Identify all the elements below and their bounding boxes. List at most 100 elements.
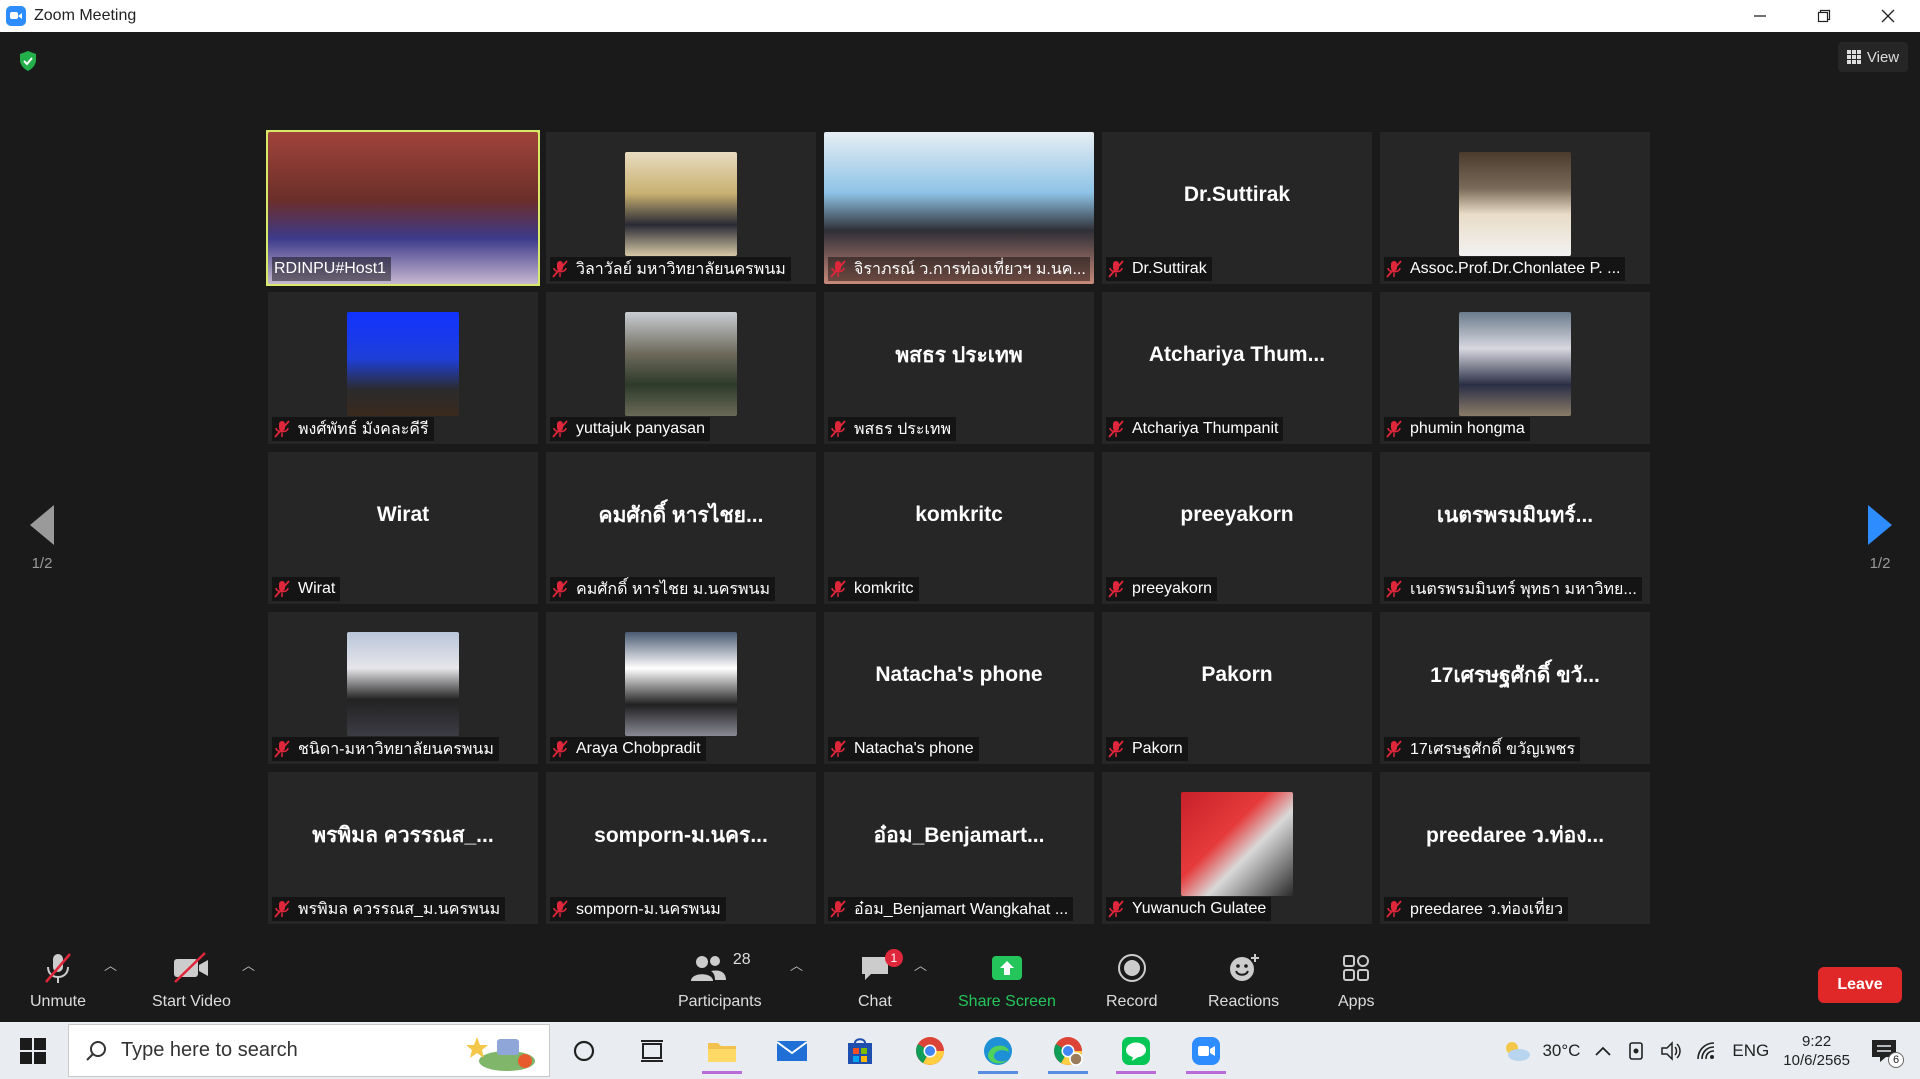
participant-tile[interactable]: komkritc komkritc: [824, 452, 1094, 604]
participant-tile[interactable]: พรพิมล ควรรณส_... พรพิมล ควรรณส_ม.นครพนม: [268, 772, 538, 924]
taskbar-chrome-profile[interactable]: [1040, 1028, 1096, 1074]
record-button[interactable]: Record: [1106, 947, 1158, 1011]
taskbar-clock[interactable]: 9:22 10/6/2565: [1783, 1032, 1850, 1070]
arrow-left-icon: [30, 505, 54, 545]
minimize-button[interactable]: [1728, 0, 1792, 32]
muted-mic-icon: [1386, 740, 1402, 758]
muted-mic-icon: [1386, 580, 1402, 598]
network-button[interactable]: [1696, 1041, 1718, 1061]
task-view-button[interactable]: [624, 1028, 680, 1074]
weather-widget[interactable]: 30°C: [1502, 1040, 1580, 1062]
muted-mic-icon: [274, 420, 290, 438]
video-options-caret[interactable]: ︿: [242, 955, 255, 974]
participant-name: Natacha's phone: [854, 740, 974, 757]
participant-name: 17เศรษฐศักดิ์ ขวัญเพชร: [1410, 740, 1576, 758]
participant-display-name: preeyakorn: [1180, 503, 1294, 526]
apps-icon: [1343, 955, 1370, 981]
taskbar-edge[interactable]: [970, 1028, 1026, 1074]
video-off-icon: [174, 952, 209, 983]
show-hidden-icons-button[interactable]: [1594, 1045, 1612, 1057]
muted-mic-icon: [1108, 260, 1124, 278]
participant-tile[interactable]: preedaree ว.ท่อง... preedaree ว.ท่องเที่ย…: [1380, 772, 1650, 924]
muted-mic-icon: [552, 580, 568, 598]
participant-video: [625, 312, 737, 416]
chrome-profile-icon: [1054, 1037, 1083, 1066]
search-input[interactable]: [121, 1039, 441, 1062]
participant-tile[interactable]: Pakorn Pakorn: [1102, 612, 1372, 764]
participant-tile[interactable]: วิลาวัลย์ มหาวิทยาลัยนครพนม: [546, 132, 816, 284]
taskbar-chrome[interactable]: [902, 1028, 958, 1074]
chat-button[interactable]: 1 Chat: [858, 947, 903, 1011]
participant-tile[interactable]: 17เศรษฐศักดิ์ ขวั... 17เศรษฐศักดิ์ ขวัญเพ…: [1380, 612, 1650, 764]
volume-button[interactable]: [1660, 1040, 1682, 1061]
participant-display-name: Pakorn: [1201, 663, 1273, 686]
participant-name-label: Yuwanuch Gulatee: [1106, 897, 1272, 921]
participant-name-label: จิราภรณ์ ว.การท่องเที่ยวฯ ม.นค...: [828, 257, 1090, 281]
participant-tile[interactable]: พสธร ประเทพ พสธร ประเทพ: [824, 292, 1094, 444]
share-screen-button[interactable]: Share Screen: [958, 947, 1056, 1011]
windows-start-icon[interactable]: [20, 1037, 46, 1064]
participant-tile[interactable]: Wirat Wirat: [268, 452, 538, 604]
apps-button[interactable]: Apps: [1338, 947, 1374, 1011]
previous-page-button[interactable]: 1/2: [22, 505, 62, 572]
taskbar-search[interactable]: [68, 1024, 550, 1077]
taskbar-zoom[interactable]: [1178, 1028, 1234, 1074]
participant-video: [1459, 312, 1571, 416]
participant-tile[interactable]: Araya Chobpradit: [546, 612, 816, 764]
participants-label: Participants: [678, 993, 762, 1010]
cortana-button[interactable]: [556, 1028, 612, 1074]
participant-name-label: Natacha's phone: [828, 737, 979, 761]
participant-name: คมศักดิ์ หารไชย ม.นครพนม: [576, 580, 771, 598]
participant-tile[interactable]: คมศักดิ์ หารไชย... คมศักดิ์ หารไชย ม.นครพ…: [546, 452, 816, 604]
next-page-button[interactable]: 1/2: [1860, 505, 1900, 572]
audio-options-caret[interactable]: ︿: [104, 955, 117, 974]
leave-button[interactable]: Leave: [1818, 967, 1902, 1003]
participant-name: Yuwanuch Gulatee: [1132, 900, 1267, 917]
chat-options-caret[interactable]: ︿: [914, 955, 927, 974]
participant-tile[interactable]: Yuwanuch Gulatee: [1102, 772, 1372, 924]
participant-name-label: komkritc: [828, 577, 919, 601]
participant-tile[interactable]: somporn-ม.นคร... somporn-ม.นครพนม: [546, 772, 816, 924]
participant-tile[interactable]: yuttajuk panyasan: [546, 292, 816, 444]
start-video-button[interactable]: Start Video: [152, 947, 231, 1011]
participant-name: พงศ์พัทธ์ มังคละคีรี: [298, 420, 429, 438]
participant-tile[interactable]: preeyakorn preeyakorn: [1102, 452, 1372, 604]
cortana-icon: [573, 1040, 595, 1062]
participant-tile[interactable]: พงศ์พัทธ์ มังคละคีรี: [268, 292, 538, 444]
view-button[interactable]: View: [1838, 42, 1908, 72]
participant-tile[interactable]: Dr.Suttirak Dr.Suttirak: [1102, 132, 1372, 284]
participant-tile[interactable]: Natacha's phone Natacha's phone: [824, 612, 1094, 764]
participant-name-label: RDINPU#Host1: [272, 257, 392, 281]
participant-tile[interactable]: จิราภรณ์ ว.การท่องเที่ยวฯ ม.นค...: [824, 132, 1094, 284]
participant-tile[interactable]: RDINPU#Host1: [266, 130, 540, 286]
taskbar-mail[interactable]: [764, 1028, 820, 1074]
participant-tile[interactable]: ชนิดา-มหาวิทยาลัยนครพนม: [268, 612, 538, 764]
muted-mic-icon: [552, 900, 568, 918]
notification-center-button[interactable]: 6: [1870, 1038, 1904, 1068]
participant-name: เนตรพรมมินทร์ พุทธา มหาวิทย...: [1410, 580, 1637, 598]
edge-icon: [984, 1037, 1012, 1065]
participant-name-label: เนตรพรมมินทร์ พุทธา มหาวิทย...: [1384, 577, 1642, 601]
participants-button[interactable]: 28 Participants: [678, 947, 762, 1011]
taskbar-store[interactable]: [832, 1028, 888, 1074]
taskbar-line[interactable]: [1108, 1028, 1164, 1074]
restore-button[interactable]: [1792, 0, 1856, 32]
reactions-button[interactable]: Reactions: [1208, 947, 1279, 1011]
participant-tile[interactable]: phumin hongma: [1380, 292, 1650, 444]
unmute-button[interactable]: Unmute: [30, 947, 86, 1011]
participants-options-caret[interactable]: ︿: [790, 955, 803, 974]
muted-mic-icon: [274, 900, 290, 918]
close-button[interactable]: [1856, 0, 1920, 32]
encryption-shield-icon[interactable]: [18, 50, 38, 72]
participant-tile[interactable]: Assoc.Prof.Dr.Chonlatee P. ...: [1380, 132, 1650, 284]
language-indicator[interactable]: ENG: [1732, 1041, 1769, 1061]
participant-tile[interactable]: Atchariya Thum... Atchariya Thumpanit: [1102, 292, 1372, 444]
participant-tile[interactable]: เนตรพรมมินทร์... เนตรพรมมินทร์ พุทธา มหาว…: [1380, 452, 1650, 604]
mail-icon: [776, 1041, 808, 1061]
meet-now-button[interactable]: [1626, 1041, 1646, 1061]
taskbar-file-explorer[interactable]: [694, 1028, 750, 1074]
participant-name-label: phumin hongma: [1384, 417, 1530, 441]
window-title: Zoom Meeting: [34, 7, 137, 24]
participant-tile[interactable]: อ๋อม_Benjamart... อ๋อม_Benjamart Wangkaha…: [824, 772, 1094, 924]
participant-display-name: komkritc: [915, 503, 1003, 526]
